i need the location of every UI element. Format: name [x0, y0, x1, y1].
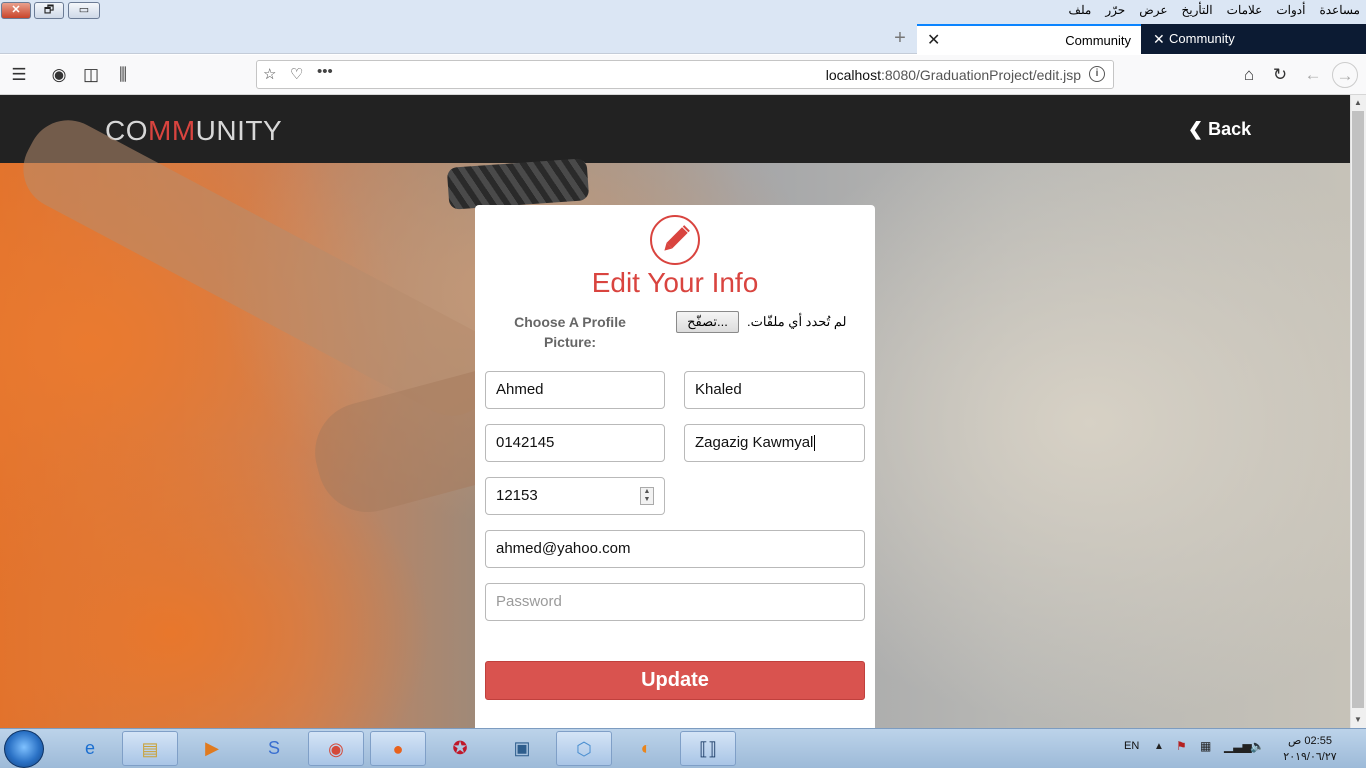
- input-language[interactable]: EN: [1124, 740, 1139, 752]
- media-player-icon[interactable]: ▶: [184, 731, 240, 766]
- form-title: Edit Your Info: [591, 267, 759, 298]
- site-logo[interactable]: COMMUNITY: [105, 115, 282, 147]
- firefox-icon[interactable]: ●: [370, 731, 426, 766]
- logo-part: UNITY: [195, 115, 283, 146]
- tab-community[interactable]: ✕ Community: [1141, 24, 1366, 54]
- tab-close-icon[interactable]: ✕: [1153, 24, 1165, 54]
- reader-view-icon[interactable]: ◫: [78, 62, 104, 88]
- scroll-thumb[interactable]: [1352, 111, 1364, 708]
- menu-bookmarks[interactable]: علامات: [1227, 3, 1263, 17]
- site-info-icon[interactable]: i: [1089, 66, 1105, 82]
- back-label: Back: [1208, 119, 1252, 139]
- menu-history[interactable]: التأريخ: [1181, 3, 1212, 17]
- pocket-icon[interactable]: ♡: [290, 65, 303, 83]
- password-input[interactable]: Password: [485, 583, 865, 621]
- scroll-up-arrow[interactable]: ▲: [1350, 95, 1366, 111]
- flag-alert-icon[interactable]: ⚑: [1176, 739, 1187, 753]
- chrome-icon[interactable]: ◉: [308, 731, 364, 766]
- edit-form-card: Edit Your Info Choose A Profile Picture:…: [475, 205, 875, 728]
- device-icon[interactable]: ▦: [1200, 739, 1211, 753]
- internet-explorer-icon[interactable]: e: [62, 731, 118, 766]
- email-input[interactable]: ahmed@yahoo.com: [485, 530, 865, 568]
- window-restore-button[interactable]: 🗗: [34, 2, 64, 19]
- account-icon[interactable]: ◉: [46, 62, 72, 88]
- number-spinner[interactable]: ▲ ▼: [640, 487, 654, 505]
- home-icon[interactable]: ⌂: [1236, 62, 1262, 88]
- site-header: COMMUNITY ❮ Back: [0, 95, 1350, 163]
- address-input[interactable]: Zagazig Kawmyal: [684, 424, 865, 462]
- clock-time[interactable]: 02:55 ص: [1286, 734, 1334, 747]
- more-actions-icon[interactable]: •••: [317, 63, 333, 80]
- profile-picture-label: Choose A Profile Picture:: [514, 314, 626, 350]
- browse-file-button[interactable]: ...تصفّح: [676, 311, 739, 333]
- start-button[interactable]: [4, 730, 44, 768]
- page-viewport: COMMUNITY ❮ Back Edit Your Info Choose A…: [0, 95, 1350, 728]
- menu-file[interactable]: ملف: [1069, 3, 1092, 17]
- back-arrow-icon[interactable]: ←: [1300, 62, 1326, 88]
- code-value: 12153: [496, 487, 538, 504]
- clock-date[interactable]: ٢٠١٩/٠٦/٢٧: [1278, 750, 1342, 763]
- library-icon[interactable]: ⫼: [110, 62, 136, 88]
- url-bar[interactable]: ☆ ♡ ••• localhost:8080/GraduationProject…: [256, 60, 1114, 89]
- s-browser-icon[interactable]: S: [246, 731, 302, 766]
- pencil-icon: [650, 215, 700, 265]
- tray-expand-icon[interactable]: ▲: [1154, 741, 1164, 752]
- reload-icon[interactable]: ↻: [1267, 62, 1293, 88]
- virtualbox-icon[interactable]: ⬡: [556, 731, 612, 766]
- menu-edit[interactable]: حرّر: [1105, 3, 1125, 17]
- phone-input[interactable]: 0142145: [485, 424, 665, 462]
- text-caret: [814, 435, 816, 452]
- volume-icon[interactable]: 🔈: [1250, 739, 1265, 753]
- file-explorer-icon[interactable]: ▤: [122, 731, 178, 766]
- logo-part-accent: MM: [148, 115, 196, 146]
- network-app-icon[interactable]: ▣: [494, 731, 550, 766]
- window-close-button[interactable]: ✕: [1, 2, 31, 19]
- browser-app-icon[interactable]: ◐: [618, 731, 674, 766]
- menu-tools[interactable]: أدوات: [1276, 3, 1305, 17]
- window-minimize-button[interactable]: ▭: [68, 2, 100, 19]
- hamburger-menu-icon[interactable]: ☰: [6, 62, 32, 88]
- tab-label: Community: [1169, 31, 1235, 46]
- code-number-input[interactable]: 12153 ▲ ▼: [485, 477, 665, 515]
- url-host: localhost: [825, 67, 881, 83]
- chevron-left-icon: ❮: [1188, 119, 1209, 139]
- hero-bracelet-shape: [446, 158, 590, 210]
- network-signal-icon[interactable]: ▁▃▅: [1224, 739, 1252, 753]
- brackets-editor-icon[interactable]: ⟦⟧: [680, 731, 736, 766]
- tab-close-icon[interactable]: ✕: [927, 26, 940, 56]
- url-path: :8080/GraduationProject/edit.jsp: [880, 67, 1081, 83]
- address-value: Zagazig Kawmyal: [695, 434, 814, 451]
- security-app-icon[interactable]: ✪: [432, 731, 488, 766]
- tab-community-active[interactable]: ✕ Community: [917, 24, 1141, 54]
- url-text: localhost:8080/GraduationProject/edit.js…: [826, 67, 1081, 83]
- new-tab-icon[interactable]: +: [890, 27, 910, 50]
- scroll-down-arrow[interactable]: ▼: [1350, 712, 1366, 728]
- update-button[interactable]: Update: [485, 661, 865, 700]
- first-name-input[interactable]: Ahmed: [485, 371, 665, 409]
- last-name-input[interactable]: Khaled: [684, 371, 865, 409]
- back-link[interactable]: ❮ Back: [1188, 119, 1251, 140]
- star-icon[interactable]: ☆: [263, 65, 276, 83]
- tab-label: Community: [1065, 33, 1131, 48]
- no-file-text: لم تُحدد أي ملفّات.: [747, 314, 847, 329]
- menu-help[interactable]: مساعدة: [1319, 3, 1360, 17]
- menu-view[interactable]: عرض: [1139, 3, 1167, 17]
- forward-arrow-icon[interactable]: →: [1332, 62, 1358, 88]
- menu-bar: ملف حرّر عرض التأريخ علامات أدوات مساعدة: [1069, 3, 1360, 17]
